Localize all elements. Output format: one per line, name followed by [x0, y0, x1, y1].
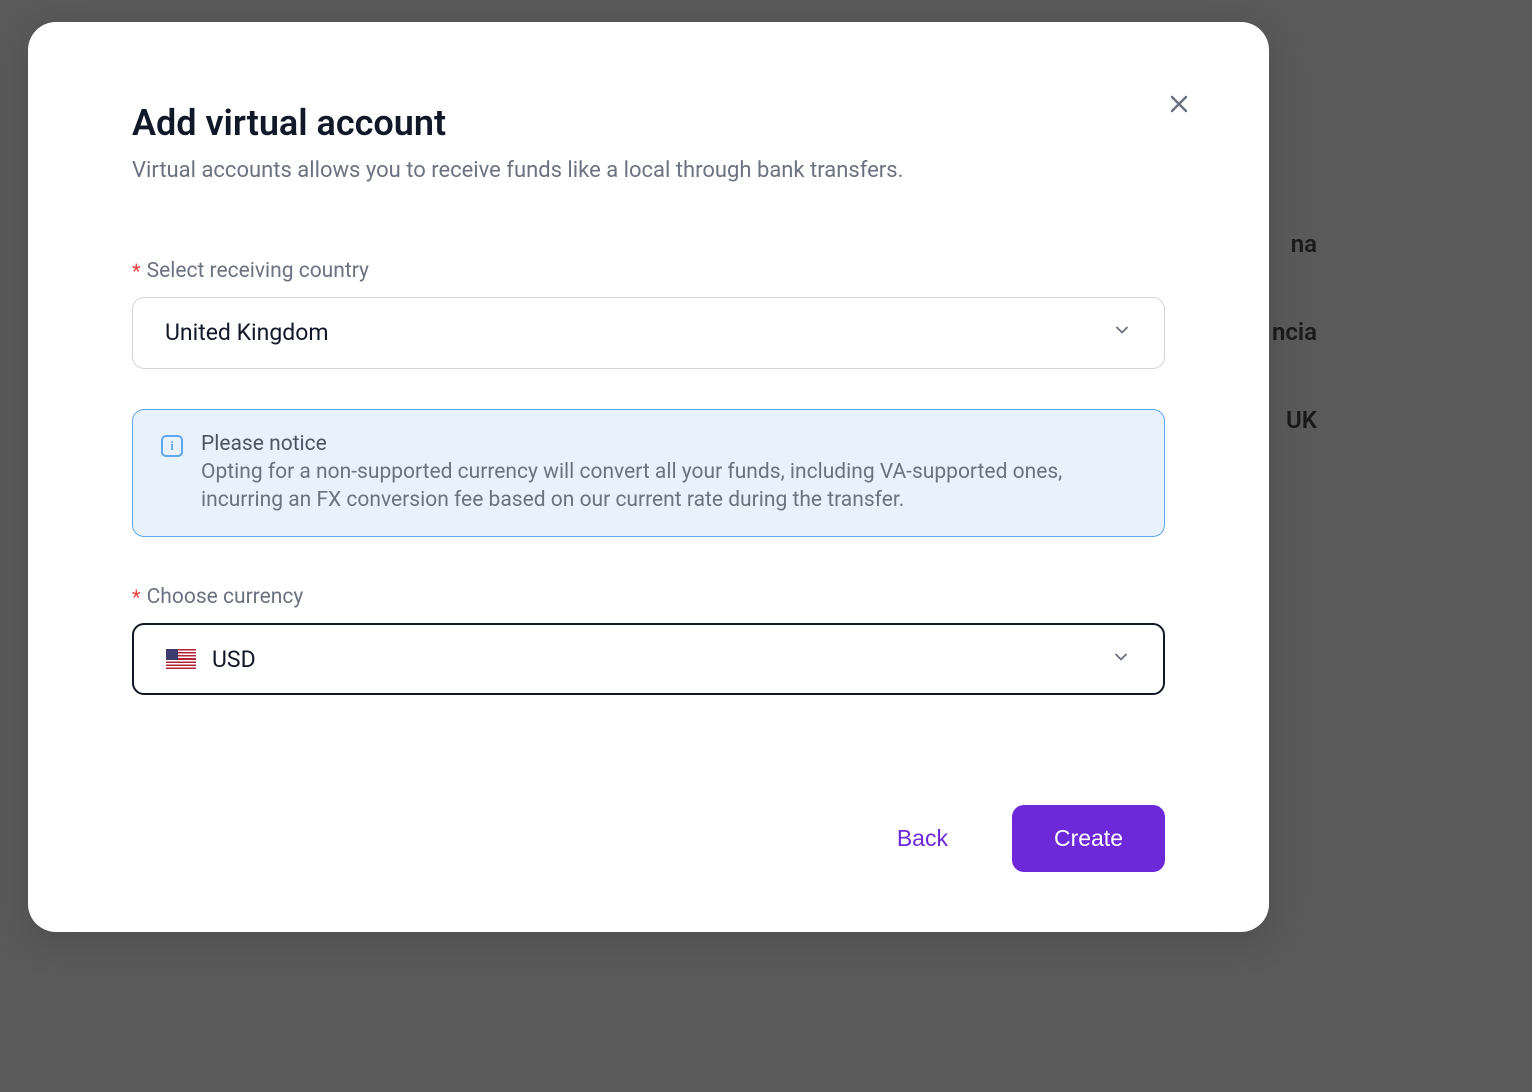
notice-banner: i Please notice Opting for a non-support…	[132, 409, 1165, 538]
add-virtual-account-modal: Add virtual account Virtual accounts all…	[28, 22, 1269, 932]
modal-subtitle: Virtual accounts allows you to receive f…	[132, 156, 1165, 187]
country-label: * Select receiving country	[132, 259, 1165, 283]
close-icon	[1167, 92, 1191, 120]
create-button[interactable]: Create	[1012, 805, 1165, 872]
notice-title: Please notice	[201, 432, 1136, 456]
currency-label-text: Choose currency	[147, 585, 304, 609]
currency-select[interactable]: USD	[132, 623, 1165, 695]
currency-label: * Choose currency	[132, 585, 1165, 609]
flag-us-icon	[166, 649, 196, 669]
currency-select-value: USD	[212, 646, 256, 673]
notice-text: Opting for a non-supported currency will…	[201, 458, 1136, 515]
background-text-fragment: na	[1291, 230, 1317, 258]
back-button[interactable]: Back	[877, 813, 968, 864]
background-text-fragment: UK	[1286, 406, 1317, 434]
modal-footer: Back Create	[132, 805, 1165, 872]
background-text-fragment: ncia	[1272, 318, 1317, 346]
required-indicator: *	[132, 585, 141, 609]
modal-title: Add virtual account	[132, 102, 1165, 144]
info-icon: i	[161, 435, 183, 457]
chevron-down-icon	[1111, 646, 1131, 673]
country-label-text: Select receiving country	[147, 259, 369, 283]
close-button[interactable]	[1161, 88, 1197, 124]
required-indicator: *	[132, 259, 141, 283]
country-select[interactable]: United Kingdom	[132, 297, 1165, 369]
chevron-down-icon	[1112, 319, 1132, 346]
country-select-value: United Kingdom	[165, 319, 329, 346]
